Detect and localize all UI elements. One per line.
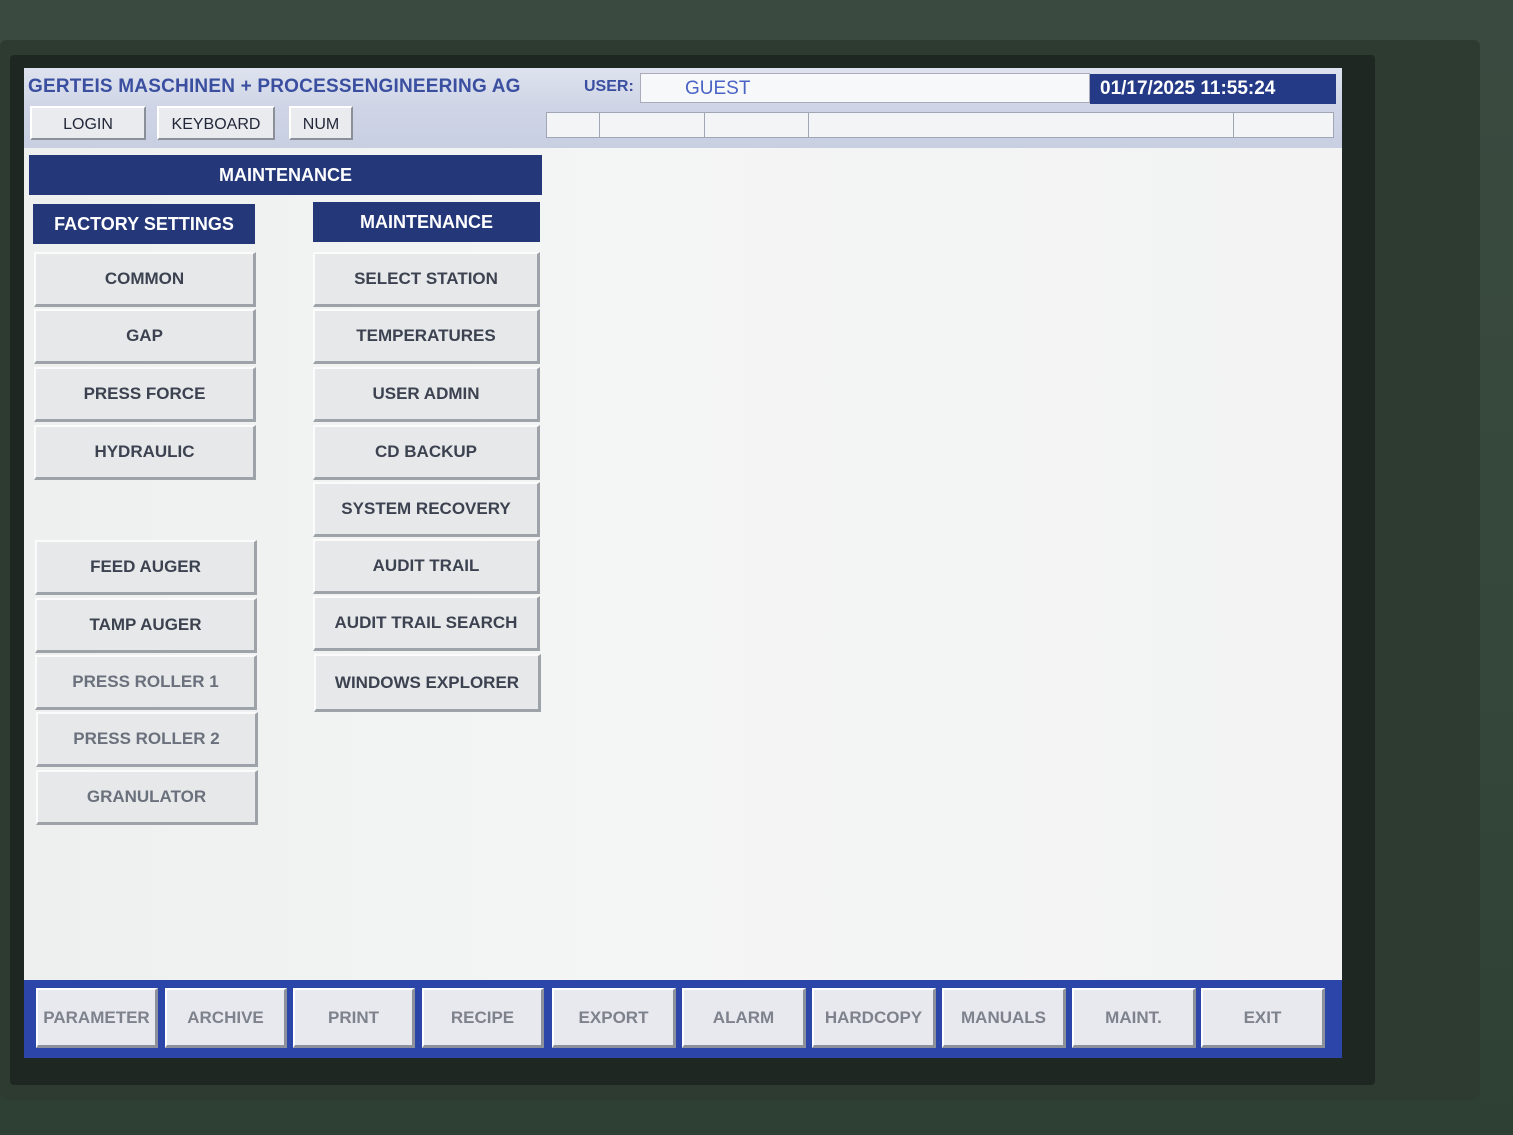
nav-exit[interactable]: EXIT bbox=[1201, 988, 1325, 1048]
user-value: GUEST bbox=[685, 78, 751, 99]
nav-recipe[interactable]: RECIPE bbox=[422, 988, 544, 1048]
nav-alarm[interactable]: ALARM bbox=[682, 988, 806, 1048]
press-roller-1-button[interactable]: PRESS ROLLER 1 bbox=[35, 655, 257, 710]
temperatures-button[interactable]: TEMPERATURES bbox=[313, 309, 540, 364]
nav-print[interactable]: PRINT bbox=[293, 988, 415, 1048]
status-segment bbox=[547, 113, 600, 137]
press-force-button[interactable]: PRESS FORCE bbox=[34, 367, 256, 422]
gap-button[interactable]: GAP bbox=[34, 309, 256, 364]
status-segment bbox=[704, 113, 809, 137]
tamp-auger-button[interactable]: TAMP AUGER bbox=[35, 598, 257, 653]
bottom-nav-bar: PARAMETER ARCHIVE PRINT RECIPE EXPORT AL… bbox=[24, 980, 1342, 1058]
status-segment bbox=[808, 113, 1234, 137]
press-roller-2-button[interactable]: PRESS ROLLER 2 bbox=[36, 712, 258, 767]
user-field: GUEST bbox=[640, 73, 1090, 103]
toolbar: LOGIN KEYBOARD NUM bbox=[24, 106, 1342, 148]
hydraulic-button[interactable]: HYDRAULIC bbox=[34, 425, 256, 480]
select-station-button[interactable]: SELECT STATION bbox=[313, 252, 540, 307]
windows-explorer-button[interactable]: WINDOWS EXPLORER bbox=[314, 654, 541, 712]
system-recovery-button[interactable]: SYSTEM RECOVERY bbox=[313, 482, 540, 537]
feed-auger-button[interactable]: FEED AUGER bbox=[35, 540, 257, 595]
status-segment bbox=[599, 113, 705, 137]
nav-export[interactable]: EXPORT bbox=[552, 988, 676, 1048]
nav-maint[interactable]: MAINT. bbox=[1072, 988, 1196, 1048]
company-name: GERTEIS MASCHINEN + PROCESSENGINEERING A… bbox=[28, 76, 521, 97]
login-button[interactable]: LOGIN bbox=[30, 106, 146, 140]
common-button[interactable]: COMMON bbox=[34, 252, 256, 307]
user-label: USER: bbox=[584, 78, 634, 95]
cd-backup-button[interactable]: CD BACKUP bbox=[313, 425, 540, 480]
nav-archive[interactable]: ARCHIVE bbox=[165, 988, 287, 1048]
nav-parameter[interactable]: PARAMETER bbox=[36, 988, 158, 1048]
nav-hardcopy[interactable]: HARDCOPY bbox=[812, 988, 936, 1048]
datetime-display: 01/17/2025 11:55:24 bbox=[1090, 74, 1336, 104]
audit-trail-search-button[interactable]: AUDIT TRAIL SEARCH bbox=[313, 596, 540, 651]
hmi-screen: GERTEIS MASCHINEN + PROCESSENGINEERING A… bbox=[24, 68, 1342, 1058]
nav-manuals[interactable]: MANUALS bbox=[942, 988, 1066, 1048]
num-button[interactable]: NUM bbox=[289, 106, 353, 140]
page-title: MAINTENANCE bbox=[29, 155, 542, 195]
title-bar: GERTEIS MASCHINEN + PROCESSENGINEERING A… bbox=[24, 68, 1342, 106]
status-bar bbox=[546, 112, 1334, 138]
maintenance-header: MAINTENANCE bbox=[313, 202, 540, 242]
granulator-button[interactable]: GRANULATOR bbox=[36, 770, 258, 825]
factory-settings-header: FACTORY SETTINGS bbox=[33, 204, 255, 244]
keyboard-button[interactable]: KEYBOARD bbox=[157, 106, 275, 140]
user-admin-button[interactable]: USER ADMIN bbox=[313, 367, 540, 422]
audit-trail-button[interactable]: AUDIT TRAIL bbox=[313, 539, 540, 594]
